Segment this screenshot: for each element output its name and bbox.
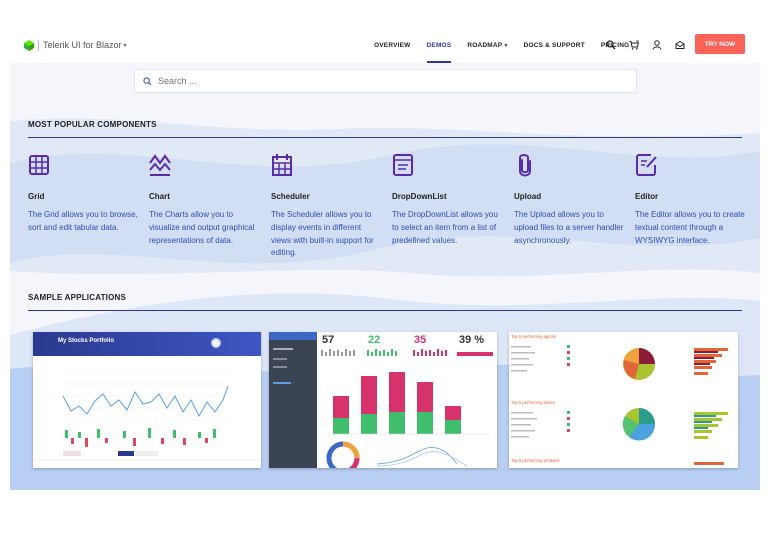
scheduler-icon [272, 154, 292, 176]
sample-stocks-portfolio[interactable]: My Stocks Portfolio [33, 332, 261, 468]
stocks-title: My Stocks Portfolio [58, 338, 115, 344]
component-desc: The Upload allows you to upload files to… [514, 210, 624, 245]
header-icons [606, 27, 698, 63]
component-dropdownlist[interactable]: DropDownList The DropDownList allows you… [392, 153, 504, 247]
cart-icon[interactable] [629, 40, 639, 50]
sales-section-1: Top 5 performing agents [511, 334, 556, 339]
component-name: Grid [28, 192, 45, 201]
sales-dashboard: Top 5 performing agents Top 5 performing… [509, 332, 738, 468]
user-icon[interactable] [652, 40, 662, 50]
search-icon [143, 76, 152, 86]
component-upload[interactable]: Upload The Upload allows you to upload f… [514, 153, 626, 247]
brand-name: Telerik UI for Blazor [43, 40, 122, 50]
nav-overview[interactable]: OVERVIEW [374, 27, 411, 63]
dashboard-charts [321, 349, 493, 468]
dropdownlist-icon [393, 154, 413, 176]
component-editor[interactable]: Editor The Editor allows you to create t… [635, 153, 747, 247]
grid-icon [29, 155, 49, 175]
component-name: Scheduler [271, 192, 310, 201]
nav-roadmap[interactable]: ROADMAP ▾ [467, 27, 507, 63]
search-icon[interactable] [606, 40, 616, 50]
logo-separator [38, 39, 39, 51]
component-desc: The Editor allows you to create textual … [635, 210, 745, 245]
sales-section-2: Top 5 performing stores [511, 400, 555, 405]
stocks-header: My Stocks Portfolio [33, 332, 261, 356]
telerik-logo-icon [24, 39, 34, 51]
mail-icon[interactable] [675, 40, 685, 50]
stat-2: 22 [368, 334, 381, 346]
chart-icon [149, 154, 171, 176]
avatar [211, 338, 221, 348]
component-name: Chart [149, 192, 170, 201]
search-input[interactable] [158, 76, 458, 86]
component-name: Upload [514, 192, 542, 201]
component-name: DropDownList [392, 192, 447, 201]
stat-1: 57 [322, 334, 335, 346]
chevron-down-icon: ▾ [123, 42, 127, 49]
sample-dashboard[interactable]: 57 22 35 39 % [269, 332, 497, 468]
editor-icon [636, 154, 657, 176]
top-header: Telerik UI for Blazor ▾ OVERVIEW DEMOS R… [10, 27, 760, 63]
stocks-chart [33, 356, 261, 468]
popular-components-title: MOST POPULAR COMPONENTS [28, 120, 157, 129]
popular-divider [28, 137, 742, 138]
chevron-down-icon: ▾ [504, 42, 508, 49]
samples-divider [28, 310, 742, 311]
upload-icon [519, 154, 531, 177]
demos-hero: MOST POPULAR COMPONENTS Grid The Grid al… [10, 63, 760, 490]
stat-3: 35 [414, 334, 427, 346]
nav-roadmap-label: ROADMAP [467, 41, 503, 49]
component-desc: The Grid allows you to browse, sort and … [28, 210, 138, 232]
main-nav: OVERVIEW DEMOS ROADMAP ▾ DOCS & SUPPORT P… [374, 27, 645, 63]
sales-section-3: Top 5 performing products [511, 458, 560, 463]
component-desc: The Charts allow you to visualize and ou… [149, 210, 255, 245]
component-desc: The DropDownList allows you to select an… [392, 210, 498, 245]
component-chart[interactable]: Chart The Charts allow you to visualize … [149, 153, 261, 247]
component-grid[interactable]: Grid The Grid allows you to browse, sort… [28, 153, 140, 235]
sample-applications-title: SAMPLE APPLICATIONS [28, 293, 127, 302]
component-name: Editor [635, 192, 659, 201]
nav-demos[interactable]: DEMOS [426, 27, 452, 63]
logo[interactable]: Telerik UI for Blazor ▾ [24, 39, 127, 51]
sample-sales[interactable]: Top 5 performing agents Top 5 performing… [509, 332, 738, 468]
try-now-button[interactable]: TRY NOW [695, 34, 745, 54]
nav-docs-support[interactable]: DOCS & SUPPORT [524, 27, 585, 63]
stat-4: 39 % [459, 334, 485, 346]
search-box[interactable] [134, 69, 637, 93]
component-scheduler[interactable]: Scheduler The Scheduler allows you to di… [271, 153, 383, 260]
component-desc: The Scheduler allows you to display even… [271, 210, 374, 258]
page: Telerik UI for Blazor ▾ OVERVIEW DEMOS R… [0, 0, 770, 550]
dashboard-sidebar [269, 332, 317, 468]
